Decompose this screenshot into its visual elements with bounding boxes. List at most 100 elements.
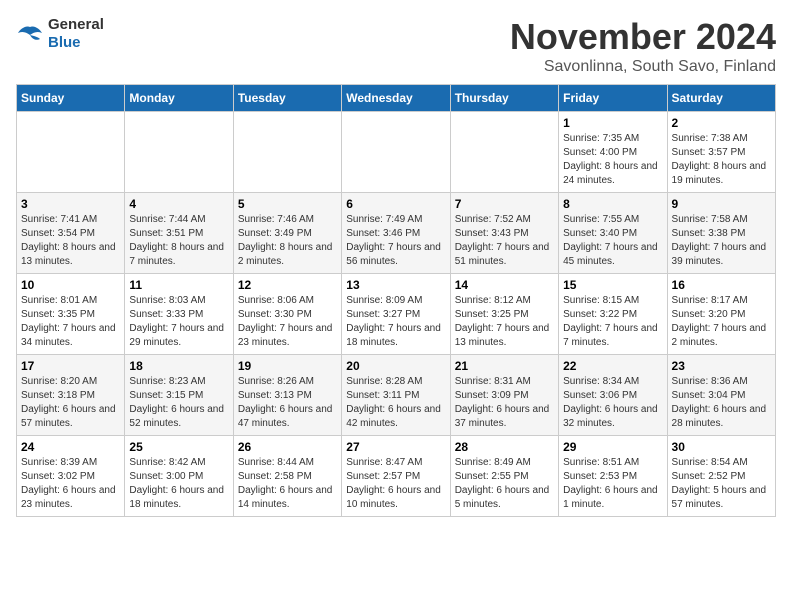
calendar-day-cell: 4 Sunrise: 7:44 AM Sunset: 3:51 PM Daylig…	[125, 193, 233, 274]
calendar-day-cell: 24Sunrise: 8:39 AM Sunset: 3:02 PM Dayli…	[17, 436, 125, 517]
day-info: Sunrise: 8:39 AM Sunset: 3:02 PM Dayligh…	[21, 456, 120, 512]
day-number: 26	[238, 440, 337, 454]
day-info: Sunrise: 8:09 AM Sunset: 3:27 PM Dayligh…	[346, 294, 445, 350]
day-number: 12	[238, 278, 337, 292]
weekday-header-cell: Friday	[559, 85, 667, 112]
day-info: Sunrise: 7:58 AM Sunset: 3:38 PM Dayligh…	[672, 213, 771, 269]
day-number: 30	[672, 440, 771, 454]
calendar-day-cell: 7Sunrise: 7:52 AM Sunset: 3:43 PM Daylig…	[450, 193, 558, 274]
day-number: 18	[129, 359, 228, 373]
day-info: Sunrise: 8:28 AM Sunset: 3:11 PM Dayligh…	[346, 375, 445, 431]
calendar-day-cell: 19Sunrise: 8:26 AM Sunset: 3:13 PM Dayli…	[233, 355, 341, 436]
calendar-day-cell	[342, 112, 450, 193]
day-info: Sunrise: 8:31 AM Sunset: 3:09 PM Dayligh…	[455, 375, 554, 431]
calendar-day-cell: 2Sunrise: 7:38 AM Sunset: 3:57 PM Daylig…	[667, 112, 775, 193]
day-info: Sunrise: 8:54 AM Sunset: 2:52 PM Dayligh…	[672, 456, 771, 512]
calendar-week-row: 24Sunrise: 8:39 AM Sunset: 3:02 PM Dayli…	[17, 436, 776, 517]
location-title: Savonlinna, South Savo, Finland	[510, 58, 776, 76]
day-number: 13	[346, 278, 445, 292]
day-info: Sunrise: 7:49 AM Sunset: 3:46 PM Dayligh…	[346, 213, 445, 269]
calendar-day-cell	[17, 112, 125, 193]
calendar-day-cell: 27 Sunrise: 8:47 AM Sunset: 2:57 PM Dayli…	[342, 436, 450, 517]
day-number: 27	[346, 440, 445, 454]
weekday-header-row: SundayMondayTuesdayWednesdayThursdayFrid…	[17, 85, 776, 112]
day-info: Sunrise: 8:06 AM Sunset: 3:30 PM Dayligh…	[238, 294, 337, 350]
day-number: 21	[455, 359, 554, 373]
calendar-day-cell: 29Sunrise: 8:51 AM Sunset: 2:53 PM Dayli…	[559, 436, 667, 517]
weekday-header-cell: Thursday	[450, 85, 558, 112]
logo-general-text: General	[48, 16, 104, 33]
calendar-day-cell: 16Sunrise: 8:17 AM Sunset: 3:20 PM Dayli…	[667, 274, 775, 355]
day-number: 14	[455, 278, 554, 292]
day-info: Sunrise: 8:03 AM Sunset: 3:33 PM Dayligh…	[129, 294, 228, 350]
calendar-day-cell	[233, 112, 341, 193]
day-info: Sunrise: 8:20 AM Sunset: 3:18 PM Dayligh…	[21, 375, 120, 431]
day-number: 6	[346, 197, 445, 211]
day-number: 28	[455, 440, 554, 454]
calendar-day-cell: 1 Sunrise: 7:35 AM Sunset: 4:00 PM Daylig…	[559, 112, 667, 193]
day-number: 20	[346, 359, 445, 373]
day-info: Sunrise: 7:35 AM Sunset: 4:00 PM Dayligh…	[563, 132, 662, 188]
day-info: Sunrise: 8:36 AM Sunset: 3:04 PM Dayligh…	[672, 375, 771, 431]
header: General Blue November 2024 Savonlinna, S…	[16, 16, 776, 76]
weekday-header-cell: Tuesday	[233, 85, 341, 112]
calendar-week-row: 10 Sunrise: 8:01 AM Sunset: 3:35 PM Dayli…	[17, 274, 776, 355]
day-number: 1	[563, 116, 662, 130]
day-number: 2	[672, 116, 771, 130]
weekday-header-cell: Monday	[125, 85, 233, 112]
day-info: Sunrise: 8:42 AM Sunset: 3:00 PM Dayligh…	[129, 456, 228, 512]
month-title: November 2024	[510, 16, 776, 58]
day-number: 5	[238, 197, 337, 211]
day-number: 25	[129, 440, 228, 454]
calendar-day-cell	[450, 112, 558, 193]
day-info: Sunrise: 8:51 AM Sunset: 2:53 PM Dayligh…	[563, 456, 662, 512]
day-info: Sunrise: 8:49 AM Sunset: 2:55 PM Dayligh…	[455, 456, 554, 512]
calendar-day-cell: 30 Sunrise: 8:54 AM Sunset: 2:52 PM Dayli…	[667, 436, 775, 517]
calendar-day-cell: 11 Sunrise: 8:03 AM Sunset: 3:33 PM Dayli…	[125, 274, 233, 355]
day-info: Sunrise: 8:34 AM Sunset: 3:06 PM Dayligh…	[563, 375, 662, 431]
calendar-day-cell: 20 Sunrise: 8:28 AM Sunset: 3:11 PM Dayli…	[342, 355, 450, 436]
day-info: Sunrise: 7:46 AM Sunset: 3:49 PM Dayligh…	[238, 213, 337, 269]
calendar-day-cell	[125, 112, 233, 193]
calendar-table: SundayMondayTuesdayWednesdayThursdayFrid…	[16, 84, 776, 517]
calendar-day-cell: 17 Sunrise: 8:20 AM Sunset: 3:18 PM Dayli…	[17, 355, 125, 436]
calendar-week-row: 1 Sunrise: 7:35 AM Sunset: 4:00 PM Daylig…	[17, 112, 776, 193]
calendar-day-cell: 15Sunrise: 8:15 AM Sunset: 3:22 PM Dayli…	[559, 274, 667, 355]
day-number: 23	[672, 359, 771, 373]
day-number: 11	[129, 278, 228, 292]
day-info: Sunrise: 8:01 AM Sunset: 3:35 PM Dayligh…	[21, 294, 120, 350]
day-number: 3	[21, 197, 120, 211]
calendar-week-row: 17 Sunrise: 8:20 AM Sunset: 3:18 PM Dayli…	[17, 355, 776, 436]
day-info: Sunrise: 7:41 AM Sunset: 3:54 PM Dayligh…	[21, 213, 120, 269]
logo: General Blue	[16, 16, 104, 52]
day-info: Sunrise: 8:17 AM Sunset: 3:20 PM Dayligh…	[672, 294, 771, 350]
day-number: 7	[455, 197, 554, 211]
calendar-day-cell: 28 Sunrise: 8:49 AM Sunset: 2:55 PM Dayli…	[450, 436, 558, 517]
calendar-day-cell: 3 Sunrise: 7:41 AM Sunset: 3:54 PM Daylig…	[17, 193, 125, 274]
day-number: 9	[672, 197, 771, 211]
day-number: 10	[21, 278, 120, 292]
day-number: 15	[563, 278, 662, 292]
day-number: 22	[563, 359, 662, 373]
day-info: Sunrise: 7:55 AM Sunset: 3:40 PM Dayligh…	[563, 213, 662, 269]
calendar-day-cell: 6 Sunrise: 7:49 AM Sunset: 3:46 PM Daylig…	[342, 193, 450, 274]
calendar-day-cell: 14 Sunrise: 8:12 AM Sunset: 3:25 PM Dayli…	[450, 274, 558, 355]
day-number: 8	[563, 197, 662, 211]
calendar-day-cell: 12 Sunrise: 8:06 AM Sunset: 3:30 PM Dayli…	[233, 274, 341, 355]
title-area: November 2024 Savonlinna, South Savo, Fi…	[510, 16, 776, 76]
calendar-day-cell: 13 Sunrise: 8:09 AM Sunset: 3:27 PM Dayli…	[342, 274, 450, 355]
day-number: 17	[21, 359, 120, 373]
day-info: Sunrise: 7:44 AM Sunset: 3:51 PM Dayligh…	[129, 213, 228, 269]
calendar-body: 1 Sunrise: 7:35 AM Sunset: 4:00 PM Daylig…	[17, 112, 776, 517]
calendar-day-cell: 22 Sunrise: 8:34 AM Sunset: 3:06 PM Dayli…	[559, 355, 667, 436]
day-number: 4	[129, 197, 228, 211]
day-info: Sunrise: 8:12 AM Sunset: 3:25 PM Dayligh…	[455, 294, 554, 350]
day-info: Sunrise: 8:47 AM Sunset: 2:57 PM Dayligh…	[346, 456, 445, 512]
calendar-day-cell: 26Sunrise: 8:44 AM Sunset: 2:58 PM Dayli…	[233, 436, 341, 517]
day-info: Sunrise: 8:23 AM Sunset: 3:15 PM Dayligh…	[129, 375, 228, 431]
calendar-day-cell: 5 Sunrise: 7:46 AM Sunset: 3:49 PM Daylig…	[233, 193, 341, 274]
logo-blue-text: Blue	[48, 34, 81, 51]
calendar-day-cell: 21 Sunrise: 8:31 AM Sunset: 3:09 PM Dayli…	[450, 355, 558, 436]
day-number: 19	[238, 359, 337, 373]
calendar-day-cell: 8 Sunrise: 7:55 AM Sunset: 3:40 PM Daylig…	[559, 193, 667, 274]
